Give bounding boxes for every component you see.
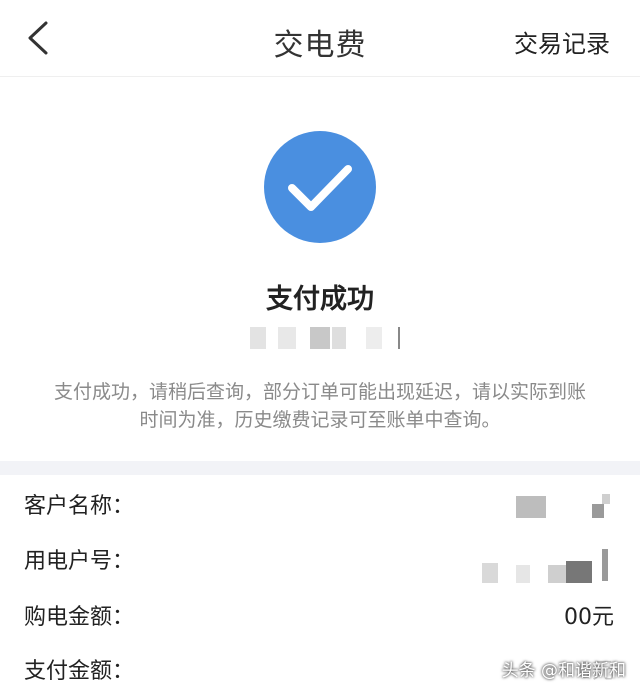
section-divider <box>0 461 640 475</box>
purchase-amount-label: 购电金额： <box>24 605 135 630</box>
check-circle-icon <box>264 131 376 243</box>
top-bar: 交电费 交易记录 <box>0 0 640 77</box>
payment-amount-label: 支付金额： <box>24 659 135 684</box>
watermark: 头条 @和谐新和 <box>501 661 626 681</box>
account-number-label: 用电户号： <box>24 549 135 574</box>
payment-notice: 支付成功，请稍后查询，部分订单可能出现延迟，请以实际到账时间为准，历史缴费记录可… <box>53 381 586 431</box>
info-row-purchase-amount: 购电金额： 00元 <box>0 587 640 641</box>
transaction-records-link[interactable]: 交易记录 <box>514 24 610 59</box>
customer-name-label: 客户名称： <box>24 494 135 519</box>
payment-success-title: 支付成功 <box>266 284 374 315</box>
info-row-customer-name: 客户名称： <box>0 476 640 530</box>
info-row-account-number: 用电户号： <box>0 531 640 585</box>
purchase-amount-value: 00元 <box>564 605 614 630</box>
masked-amount <box>248 327 408 349</box>
